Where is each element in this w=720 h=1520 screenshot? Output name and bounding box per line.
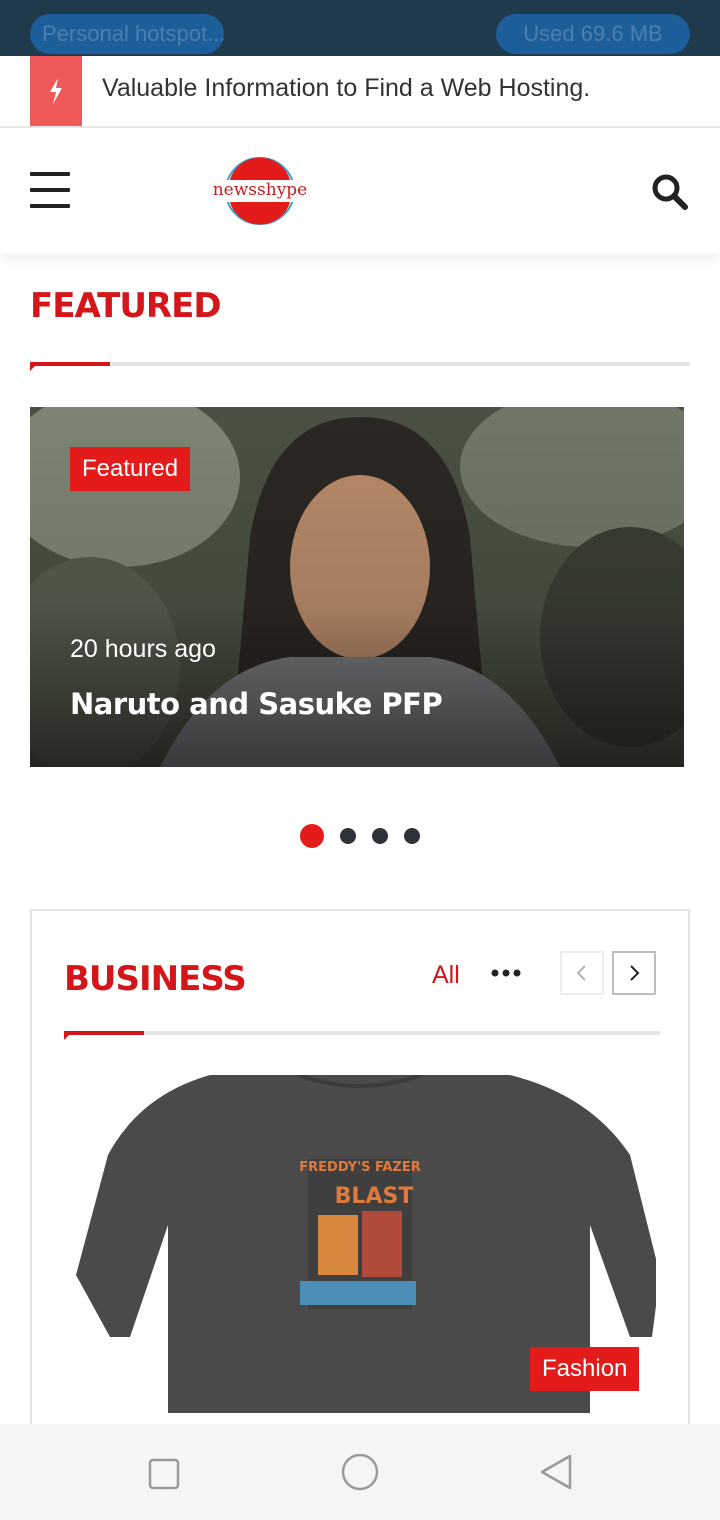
lightning-icon	[30, 56, 82, 126]
search-icon[interactable]	[650, 172, 690, 212]
more-dots-icon[interactable]	[490, 957, 524, 987]
circle-icon[interactable]	[340, 1453, 380, 1494]
slider-dot-4[interactable]	[404, 828, 420, 844]
triangle-back-icon[interactable]	[536, 1454, 576, 1494]
square-icon[interactable]	[144, 1454, 184, 1494]
site-header: newsshype	[0, 128, 720, 254]
chevron-left-icon[interactable]	[560, 951, 604, 995]
featured-category-badge[interactable]: Featured	[70, 447, 191, 491]
shirt-print-title: FREDDY'S FAZER	[299, 1160, 420, 1175]
shirt-print-word: BLAST	[335, 1184, 414, 1209]
fashion-category-badge[interactable]: Fashion	[530, 1347, 640, 1391]
business-section: BUSINESS All FREDDY'S FAZER BLAST Fashio…	[30, 909, 690, 1469]
ticker-headline[interactable]: Valuable Information to Find a Web Hosti…	[102, 74, 590, 103]
featured-title-underline	[30, 362, 690, 371]
site-logo[interactable]: newsshype	[210, 156, 310, 226]
status-bar: Personal hotspot... Used 69.6 MB	[0, 0, 720, 56]
business-section-title: BUSINESS	[64, 959, 247, 999]
hotspot-pill[interactable]: Personal hotspot...	[30, 14, 224, 54]
system-navigation-bar	[0, 1424, 720, 1520]
featured-section-title: FEATURED	[30, 286, 222, 326]
featured-headline[interactable]: Naruto and Sasuke PFP	[70, 687, 443, 721]
slider-dot-1[interactable]	[300, 824, 324, 848]
featured-timestamp: 20 hours ago	[70, 635, 216, 663]
slider-dot-2[interactable]	[340, 828, 356, 844]
slider-dot-3[interactable]	[372, 828, 388, 844]
chevron-right-icon[interactable]	[612, 951, 656, 995]
logo-text: newsshype	[212, 180, 308, 200]
app-screen: Personal hotspot... Used 69.6 MB Valuabl…	[0, 0, 720, 1520]
slider-pagination	[300, 824, 436, 848]
featured-slide[interactable]: Featured 20 hours ago Naruto and Sasuke …	[30, 407, 684, 767]
news-ticker: Valuable Information to Find a Web Hosti…	[0, 56, 720, 128]
business-title-underline	[64, 1031, 660, 1040]
business-all-link[interactable]: All	[432, 961, 460, 990]
data-usage-pill[interactable]: Used 69.6 MB	[496, 14, 690, 54]
hamburger-menu-icon[interactable]	[30, 172, 70, 208]
